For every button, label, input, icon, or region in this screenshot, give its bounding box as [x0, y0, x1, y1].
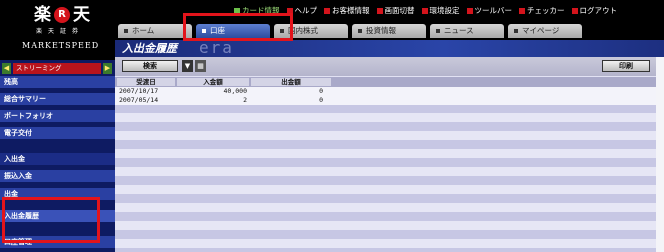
- tab-label: 投資情報: [366, 26, 396, 35]
- sidebar-item-portfolio[interactable]: ポートフォリオ: [0, 110, 115, 122]
- history-table: 受渡日 入金額 出金額 2007/10/17 40,000 0 2007/05/…: [115, 77, 656, 252]
- square-icon: [519, 8, 525, 14]
- arrow-right-icon[interactable]: ▶: [103, 62, 112, 74]
- sidebar-section-deposit-withdrawal: 入出金: [0, 153, 115, 165]
- top-link-customer-info[interactable]: お客様情報: [324, 6, 370, 16]
- title-overlay-text: era: [199, 38, 234, 57]
- top-link-label: ログアウト: [579, 6, 618, 15]
- top-link-screen-switch[interactable]: 画面切替: [376, 6, 415, 16]
- sidebar-item-summary[interactable]: 総合サマリー: [0, 93, 115, 105]
- cell-deposit: 40,000: [223, 87, 247, 95]
- highlight-box-account-tab: [183, 13, 293, 41]
- chevron-down-icon[interactable]: ▼: [182, 60, 193, 72]
- streaming-dropdown[interactable]: ストリーミング: [13, 62, 101, 74]
- square-icon: [571, 8, 578, 14]
- tab-marker-icon: [358, 29, 362, 33]
- square-icon: [376, 8, 383, 14]
- sidebar-item-transfer-deposit[interactable]: 振込入金: [0, 170, 115, 182]
- cell-date: 2007/05/14: [119, 96, 159, 104]
- square-icon: [466, 8, 473, 14]
- tab-marker-icon: [436, 29, 440, 33]
- cell-withdrawal: 0: [319, 96, 323, 104]
- print-button[interactable]: 印刷: [602, 60, 650, 72]
- table-row[interactable]: 2007/05/14 2 0: [115, 96, 656, 105]
- logo-subtitle: 楽天証券: [36, 28, 85, 35]
- top-link-label: ツールバー: [474, 6, 513, 15]
- toolbar: 検索 ▼ ▦ 印刷: [115, 57, 656, 76]
- tab-news[interactable]: ニュース: [430, 24, 504, 38]
- tab-home[interactable]: ホーム: [118, 24, 192, 38]
- top-link-label: 画面切替: [384, 6, 415, 15]
- sidebar-controls: ◀ ストリーミング ▶: [2, 62, 112, 74]
- calendar-icon[interactable]: ▦: [195, 60, 206, 72]
- tab-investment-info[interactable]: 投資情報: [352, 24, 426, 38]
- page-title-bar: 入出金履歴 era: [115, 38, 664, 57]
- cell-deposit: 2: [243, 96, 247, 104]
- tab-marker-icon: [514, 29, 518, 33]
- logo-mark: 楽 R 天: [34, 5, 90, 25]
- logo-char-left: 楽: [34, 5, 51, 25]
- tab-label: ニュース: [444, 26, 474, 35]
- arrow-left-icon[interactable]: ◀: [2, 62, 11, 74]
- cell-withdrawal: 0: [319, 87, 323, 95]
- top-link-checker[interactable]: チェッカー: [519, 6, 565, 16]
- column-header-deposit[interactable]: 入金額: [177, 78, 249, 86]
- marketspeed-window: 楽 R 天 楽天証券 MARKETSPEED カード情報 ヘルプ お客様情報 画…: [0, 0, 664, 252]
- tab-my-page[interactable]: マイページ: [508, 24, 582, 38]
- search-button[interactable]: 検索: [122, 60, 178, 72]
- logo: 楽 R 天 楽天証券 MARKETSPEED: [0, 0, 115, 60]
- logo-r-badge: R: [54, 7, 70, 23]
- cell-date: 2007/10/17: [119, 87, 159, 95]
- top-link-label: お客様情報: [332, 6, 370, 15]
- tab-label: ホーム: [132, 26, 155, 35]
- highlight-box-history-item: [2, 197, 100, 243]
- top-link-toolbar[interactable]: ツールバー: [466, 6, 513, 16]
- column-header-date[interactable]: 受渡日: [117, 78, 175, 86]
- square-icon: [421, 8, 428, 14]
- top-link-settings[interactable]: 環境設定: [421, 6, 460, 16]
- top-link-label: 環境設定: [429, 6, 460, 15]
- logo-char-right: 天: [73, 5, 90, 25]
- tab-label: マイページ: [522, 26, 560, 35]
- window-edge: [656, 57, 664, 252]
- main-content: 検索 ▼ ▦ 印刷 受渡日 入金額 出金額 2007/10/17 40,000 …: [115, 57, 656, 252]
- table-header: 受渡日 入金額 出金額: [115, 77, 656, 87]
- sidebar-item-balance[interactable]: 残高: [0, 76, 115, 88]
- column-header-withdrawal[interactable]: 出金額: [251, 78, 331, 86]
- sidebar-item-e-delivery[interactable]: 電子交付: [0, 127, 115, 139]
- top-link-label: ヘルプ: [294, 6, 318, 15]
- product-name: MARKETSPEED: [22, 41, 100, 50]
- tab-marker-icon: [124, 29, 128, 33]
- square-icon: [324, 8, 330, 14]
- top-link-logout[interactable]: ログアウト: [571, 6, 618, 16]
- page-title: 入出金履歴: [122, 42, 177, 55]
- top-link-label: チェッカー: [527, 6, 565, 15]
- table-row[interactable]: 2007/10/17 40,000 0: [115, 87, 656, 96]
